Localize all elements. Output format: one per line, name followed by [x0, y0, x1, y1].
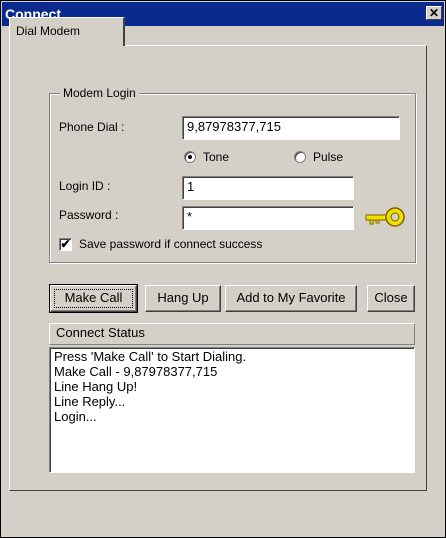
add-to-favorite-label: Add to My Favorite [236, 290, 346, 305]
tab-dial-modem[interactable]: Dial Modem [9, 17, 125, 46]
tone-label: Tone [203, 150, 230, 164]
login-id-input[interactable]: 1 [182, 176, 354, 200]
phone-dial-label: Phone Dial : [59, 120, 125, 134]
connect-dialog: Connect ✕ Dial Modem Modem Login Phone D… [0, 0, 446, 538]
modem-login-title: Modem Login [60, 86, 139, 100]
password-input[interactable]: * [182, 206, 354, 230]
radio-selected-dot [188, 155, 192, 159]
login-id-label: Login ID : [59, 179, 111, 193]
status-line: Line Reply... [54, 394, 126, 409]
close-icon: ✕ [428, 6, 440, 20]
focus-rect [54, 289, 133, 308]
close-window-button[interactable]: ✕ [426, 6, 442, 20]
make-call-button[interactable]: Make Call [49, 284, 138, 313]
add-to-favorite-button[interactable]: Add to My Favorite [225, 285, 357, 312]
hang-up-label: Hang Up [157, 290, 209, 305]
status-line: Make Call - 9,87978377,715 [54, 364, 218, 379]
phone-dial-input[interactable]: 9,87978377,715 [182, 116, 400, 140]
connect-status-log[interactable]: Press 'Make Call' to Start Dialing. Make… [49, 347, 415, 473]
pulse-radio[interactable] [294, 151, 306, 163]
connect-status-title: Connect Status [56, 325, 145, 340]
pulse-label: Pulse [313, 150, 344, 164]
checkmark-icon: ✔ [60, 237, 71, 251]
close-button[interactable]: Close [367, 285, 415, 312]
status-line: Login... [54, 409, 97, 424]
save-password-checkbox[interactable]: ✔ [59, 238, 72, 251]
key-icon [365, 207, 405, 227]
tone-radio[interactable] [184, 151, 196, 163]
tab-label: Dial Modem [16, 24, 81, 38]
status-line: Line Hang Up! [54, 379, 138, 394]
close-label: Close [374, 290, 408, 305]
connect-status-header: Connect Status [49, 323, 415, 345]
hang-up-button[interactable]: Hang Up [145, 285, 221, 312]
password-label: Password : [59, 208, 119, 222]
save-password-label: Save password if connect success [79, 237, 263, 251]
status-line: Press 'Make Call' to Start Dialing. [54, 349, 247, 364]
